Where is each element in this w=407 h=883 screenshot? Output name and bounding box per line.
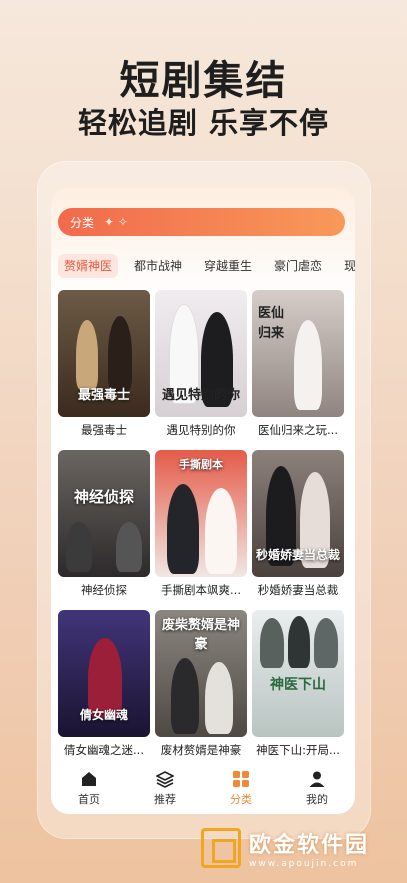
drama-poster: 遇见特别的你 <box>155 290 247 417</box>
poster-title: 医仙归来 <box>257 306 284 341</box>
poster-figure <box>294 320 322 410</box>
drama-poster: 手撕剧本 <box>155 450 247 577</box>
tab-zhuixu-shenyi[interactable]: 赘婿神医 <box>58 254 119 278</box>
drama-title: 最强毒士 <box>81 423 127 437</box>
promo-headline: 短剧集结 <box>119 58 288 104</box>
watermark-url: www.apoujin.com <box>249 859 359 869</box>
poster-title: 废柴赘婿是神豪 <box>161 618 240 652</box>
drama-poster: 废柴赘婿是神豪 <box>155 610 247 737</box>
watermark-logo-icon <box>201 828 241 868</box>
nav-profile-label: 我的 <box>306 792 328 806</box>
tab-haomen-nuelian[interactable]: 豪门虐恋 <box>268 254 328 278</box>
drama-card[interactable]: 医仙归来 医仙归来之玩... <box>252 290 344 438</box>
poster-figure <box>171 658 199 734</box>
user-icon <box>309 771 325 787</box>
drama-title: 遇见特别的你 <box>166 423 236 437</box>
poster-title: 倩女幽魂 <box>79 708 128 722</box>
drama-title: 倩女幽魂之迷... <box>64 743 144 757</box>
poster-figure <box>76 320 98 390</box>
poster-title: 最强毒士 <box>77 388 130 403</box>
nav-recommend-label: 推荐 <box>154 792 176 806</box>
drama-card[interactable]: 秒婚娇妻当总裁 秒婚娇妻当总裁 <box>252 450 344 598</box>
nav-home[interactable]: 首页 <box>59 770 119 807</box>
category-search-bar[interactable]: 分类 ✦ ✧ <box>58 208 345 236</box>
drama-poster: 秒婚娇妻当总裁 <box>252 450 344 577</box>
poster-figure <box>260 618 284 668</box>
search-label: 分类 <box>70 215 95 230</box>
poster-title: 秒婚娇妻当总裁 <box>256 548 341 562</box>
poster-title: 神医下山 <box>270 677 326 693</box>
poster-figure <box>205 662 233 734</box>
drama-title: 秒婚娇妻当总裁 <box>257 583 339 597</box>
poster-figure <box>205 488 237 574</box>
drama-title: 手撕剧本飒爽... <box>161 583 241 597</box>
promo-subline: 轻松追剧 乐享不停 <box>77 106 330 140</box>
watermark: 欧金软件园 www.apoujin.com <box>201 823 401 873</box>
drama-card[interactable]: 遇见特别的你 遇见特别的你 <box>155 290 247 438</box>
drama-card[interactable]: 手撕剧本 手撕剧本飒爽... <box>155 450 247 598</box>
nav-recommend[interactable]: 推荐 <box>135 770 195 807</box>
drama-card[interactable]: 倩女幽魂 倩女幽魂之迷... <box>58 610 150 758</box>
home-icon <box>82 771 96 786</box>
nav-category-label: 分类 <box>230 792 252 806</box>
nav-home-label: 首页 <box>78 792 100 806</box>
tab-xianyan[interactable]: 现言 <box>338 254 355 278</box>
drama-poster: 神经侦探 <box>58 450 150 577</box>
poster-title: 手撕剧本 <box>179 458 223 471</box>
app-screen: 分类 ✦ ✧ 赘婿神医 都市战神 穿越重生 豪门虐恋 现言 最强毒士 最强毒士 … <box>51 188 355 814</box>
category-tabs: 赘婿神医 都市战神 穿越重生 豪门虐恋 现言 <box>58 254 355 280</box>
poster-title: 神经侦探 <box>73 488 134 506</box>
drama-poster: 倩女幽魂 <box>58 610 150 737</box>
drama-poster: 医仙归来 <box>252 290 344 417</box>
poster-figure <box>108 316 132 392</box>
poster-figure <box>116 522 142 572</box>
poster-figure <box>314 618 338 668</box>
poster-figure <box>66 522 92 572</box>
poster-title: 遇见特别的你 <box>161 388 240 403</box>
watermark-title: 欧金软件园 <box>249 833 370 858</box>
tab-chuanyue-chongsheng[interactable]: 穿越重生 <box>198 254 258 278</box>
drama-poster: 最强毒士 <box>58 290 150 417</box>
drama-poster: 神医下山 <box>252 610 344 737</box>
tab-dushi-zhanshen[interactable]: 都市战神 <box>128 254 188 278</box>
nav-category[interactable]: 分类 <box>211 770 271 807</box>
drama-title: 医仙归来之玩... <box>258 423 338 437</box>
grid-icon <box>233 770 249 787</box>
drama-card[interactable]: 神经侦探 神经侦探 <box>58 450 150 598</box>
bottom-nav: 首页 推荐 分类 我的 <box>51 762 355 814</box>
poster-figure <box>167 484 199 574</box>
drama-title: 神经侦探 <box>81 583 127 597</box>
nav-profile[interactable]: 我的 <box>287 770 347 807</box>
sparkle-icon: ✦ ✧ <box>104 215 128 229</box>
layers-icon <box>156 770 174 788</box>
drama-card[interactable]: 废柴赘婿是神豪 废材赘婿是神豪 <box>155 610 247 758</box>
drama-card[interactable]: 最强毒士 最强毒士 <box>58 290 150 438</box>
poster-figure <box>288 616 310 668</box>
drama-card[interactable]: 神医下山 神医下山:开局... <box>252 610 344 758</box>
drama-title: 神医下山:开局... <box>256 743 340 757</box>
drama-title: 废材赘婿是神豪 <box>160 743 242 757</box>
